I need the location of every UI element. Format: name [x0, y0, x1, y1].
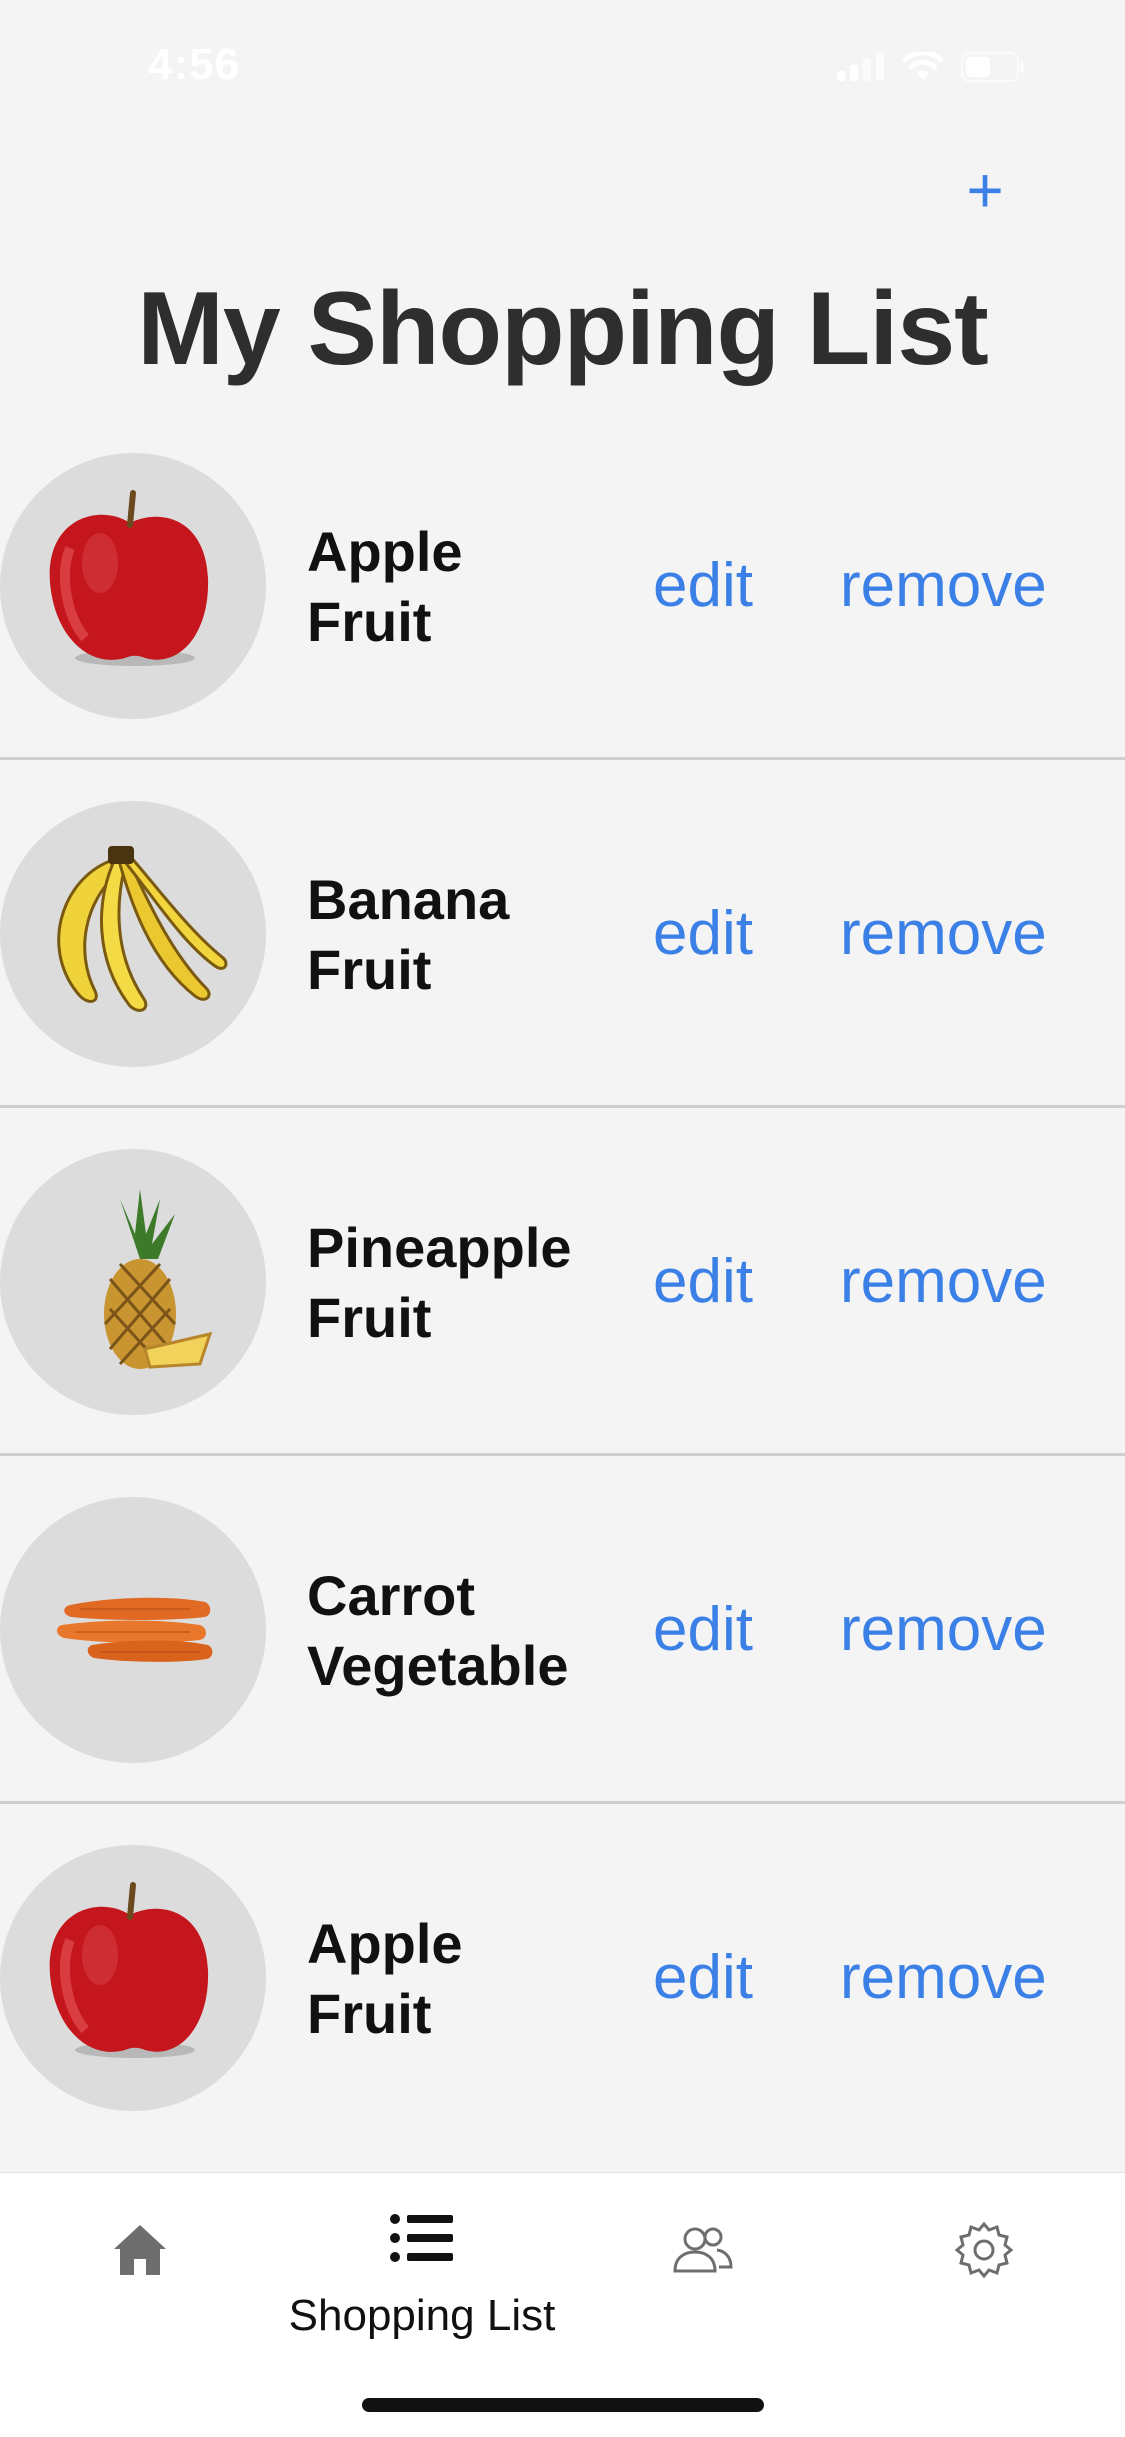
carrot-image	[56, 1597, 213, 1662]
edit-button[interactable]: edit	[653, 898, 753, 969]
tab-shopping-list[interactable]: Shopping List	[289, 2213, 555, 2340]
item-text: Pineapple Fruit	[307, 1213, 572, 1353]
item-category: Fruit	[307, 1286, 432, 1349]
item-text: Apple Fruit	[307, 1909, 463, 2049]
apple-image	[49, 490, 209, 666]
item-image-pineapple	[0, 1149, 266, 1415]
item-image-carrot	[0, 1497, 266, 1763]
gear-icon	[954, 2221, 1014, 2279]
status-icons	[837, 52, 1025, 82]
list-item: Apple Fruit edit remove	[0, 1804, 1125, 2152]
item-image-banana	[0, 801, 266, 1067]
list-item: Apple Fruit edit remove	[0, 412, 1125, 760]
item-text: Banana Fruit	[307, 865, 509, 1005]
remove-button[interactable]: remove	[840, 1942, 1047, 2013]
item-name: Banana	[307, 868, 510, 931]
signal-icon	[837, 53, 884, 81]
people-icon	[673, 2227, 733, 2273]
add-item-button[interactable]: +	[955, 150, 1015, 230]
status-time: 4:56	[148, 40, 241, 89]
tab-people[interactable]	[622, 2213, 782, 2323]
item-category: Vegetable	[307, 1634, 569, 1697]
item-text: Carrot Vegetable	[307, 1561, 568, 1701]
list-item: Pineapple Fruit edit remove	[0, 1108, 1125, 1456]
tab-settings[interactable]	[904, 2213, 1064, 2323]
edit-button[interactable]: edit	[653, 1942, 753, 2013]
item-image-apple	[0, 1845, 266, 2111]
remove-button[interactable]: remove	[840, 550, 1047, 621]
status-bar: 4:56	[0, 0, 1125, 140]
remove-button[interactable]: remove	[840, 1246, 1047, 1317]
edit-button[interactable]: edit	[653, 1594, 753, 1665]
remove-button[interactable]: remove	[840, 898, 1047, 969]
banana-image	[57, 846, 228, 1012]
item-name: Apple	[307, 1912, 463, 1975]
tab-label: Shopping List	[288, 2291, 556, 2340]
battery-icon	[961, 52, 1024, 82]
item-text: Apple Fruit	[307, 517, 463, 657]
list-item: Banana Fruit edit remove	[0, 760, 1125, 1108]
edit-button[interactable]: edit	[653, 550, 753, 621]
item-name: Apple	[307, 520, 463, 583]
list-item: Carrot Vegetable edit remove	[0, 1456, 1125, 1804]
page-title: My Shopping List	[137, 271, 989, 387]
home-indicator	[362, 2398, 764, 2412]
tab-home[interactable]	[60, 2213, 220, 2323]
wifi-icon	[903, 52, 943, 80]
item-image-apple	[0, 453, 266, 719]
item-name: Pineapple	[307, 1216, 572, 1279]
item-name: Carrot	[307, 1564, 476, 1627]
pineapple-image	[103, 1189, 213, 1369]
item-category: Fruit	[307, 590, 432, 653]
edit-button[interactable]: edit	[653, 1246, 753, 1317]
list-icon	[390, 2214, 453, 2262]
remove-button[interactable]: remove	[840, 1594, 1047, 1665]
item-category: Fruit	[307, 1982, 432, 2045]
home-icon	[114, 2225, 166, 2275]
item-category: Fruit	[307, 938, 432, 1001]
shopping-list: Apple Fruit edit remove Banana Fruit edi…	[0, 412, 1125, 2152]
apple-image	[49, 1882, 209, 2058]
